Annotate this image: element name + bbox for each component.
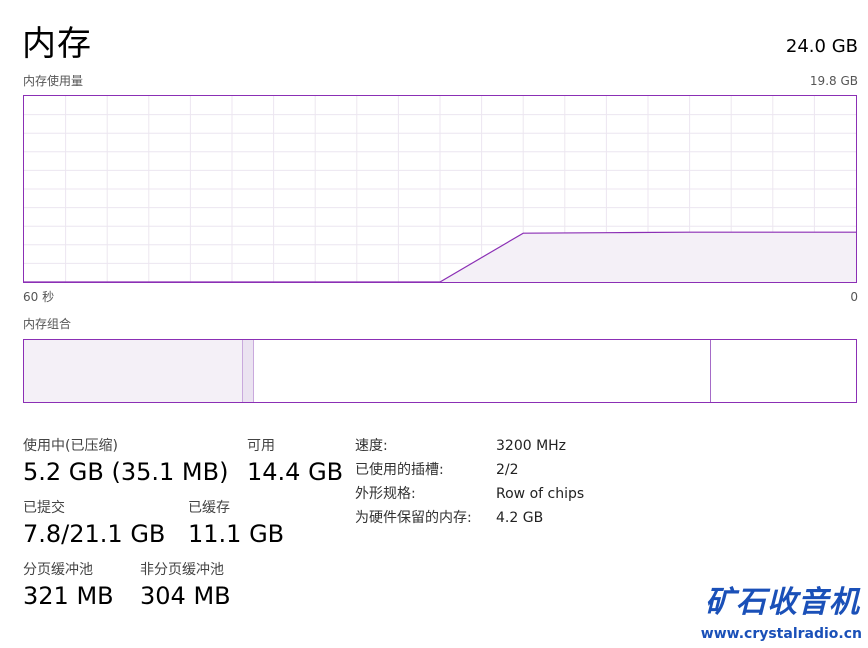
composition-free[interactable] [711,340,856,402]
committed-label: 已提交 [23,500,65,516]
memory-usage-chart [23,95,857,283]
composition-label: 内存组合 [23,317,72,331]
chart-x-right-label: 0 [850,290,858,304]
hardware-reserved-label: 为硬件保留的内存: [355,510,472,526]
slots-value: 2/2 [496,462,519,478]
form-factor-label: 外形规格: [355,486,416,502]
paged-pool-label: 分页缓冲池 [23,562,93,578]
available-label: 可用 [247,438,275,454]
slots-label: 已使用的插槽: [355,462,444,478]
watermark-url: www.crystalradio.cn [700,626,862,642]
speed-label: 速度: [355,438,388,454]
in-use-value: 5.2 GB (35.1 MB) [23,458,229,486]
usage-chart-max-label: 19.8 GB [809,74,858,88]
available-value: 14.4 GB [247,458,344,486]
composition-in-use[interactable] [24,340,243,402]
form-factor-value: Row of chips [496,486,585,502]
total-memory: 24.0 GB [785,36,858,57]
cached-value: 11.1 GB [188,520,285,548]
speed-value: 3200 MHz [496,438,567,454]
committed-value: 7.8/21.1 GB [23,520,166,548]
hardware-reserved-value: 4.2 GB [496,510,544,526]
memory-composition-bar [23,339,857,403]
watermark-brand: 矿石收音机 [705,585,860,620]
composition-modified[interactable] [243,340,254,402]
nonpaged-pool-label: 非分页缓冲池 [140,562,224,578]
page-title: 内存 [22,24,92,64]
composition-standby[interactable] [254,340,711,402]
in-use-label: 使用中(已压缩) [23,438,118,454]
cached-label: 已缓存 [188,500,230,516]
chart-x-left-label: 60 秒 [23,290,55,304]
usage-chart-label: 内存使用量 [23,74,84,88]
memory-usage-graph [24,96,856,282]
paged-pool-value: 321 MB [23,582,114,610]
nonpaged-pool-value: 304 MB [140,582,231,610]
